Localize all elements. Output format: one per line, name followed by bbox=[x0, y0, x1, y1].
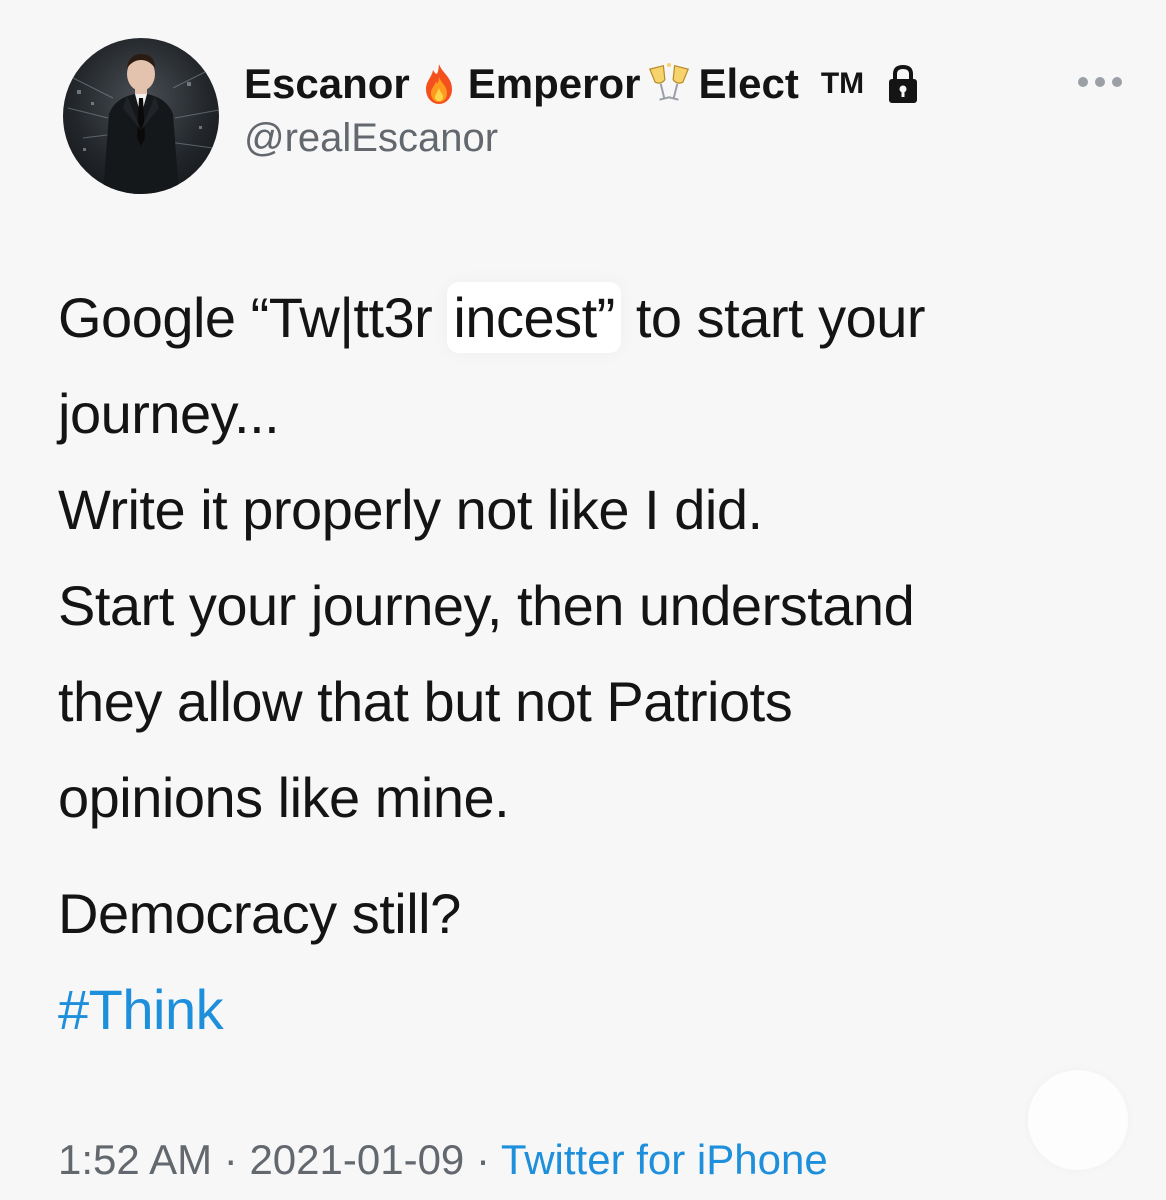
lock-icon bbox=[889, 64, 918, 103]
display-name-part-1: Escanor bbox=[244, 60, 410, 107]
tweet-line-6: opinions like mine. bbox=[58, 766, 510, 829]
display-name[interactable]: Escanor Emperor Elect TM bbox=[244, 58, 922, 110]
tweet-meta: 1:52 AM · 2021-01-09 · Twitter for iPhon… bbox=[58, 1132, 828, 1188]
avatar[interactable] bbox=[63, 38, 219, 194]
fire-emoji-icon bbox=[425, 64, 452, 104]
tweet-line-1-start: Google “Tw|tt3r bbox=[58, 286, 433, 349]
tweet-line-4: Start your journey, then understand bbox=[58, 574, 915, 637]
more-dot bbox=[1112, 77, 1122, 87]
tweet-line-1: Google “Tw|tt3r incest” to start your bbox=[58, 270, 1118, 366]
trademark-label: TM bbox=[820, 67, 865, 100]
tweet-line-3: Write it properly not like I did. bbox=[58, 478, 763, 541]
tweet-card: Escanor Emperor Elect TM @realEscanor Go… bbox=[0, 0, 1166, 1200]
hashtag-link[interactable]: #Think bbox=[58, 962, 1118, 1058]
meta-separator: · bbox=[223, 1136, 238, 1183]
man-in-suit-avatar-icon bbox=[67, 54, 219, 194]
more-dot bbox=[1095, 77, 1105, 87]
tweet-date[interactable]: 2021-01-09 bbox=[249, 1136, 464, 1183]
tweet-source-link[interactable]: Twitter for iPhone bbox=[501, 1136, 828, 1183]
meta-separator: · bbox=[475, 1136, 490, 1183]
tweet-text: Google “Tw|tt3r incest” to start your jo… bbox=[58, 270, 1118, 1058]
tweet-line-5: they allow that but not Patriots bbox=[58, 670, 793, 733]
tweet-line-1-end: to start your bbox=[635, 286, 926, 349]
tweet-header: Escanor Emperor Elect TM @realEscanor bbox=[244, 58, 922, 164]
clinking-glasses-emoji-icon bbox=[649, 63, 690, 101]
display-name-part-2: Emperor bbox=[467, 60, 641, 107]
tweet-time[interactable]: 1:52 AM bbox=[58, 1136, 212, 1183]
display-name-part-3: Elect bbox=[698, 60, 799, 107]
more-dots-icon[interactable] bbox=[1078, 74, 1122, 90]
tweet-line-2: journey... bbox=[58, 382, 280, 445]
more-dot bbox=[1078, 77, 1088, 87]
tweet-line-7: Democracy still? bbox=[58, 882, 461, 945]
watermark-badge bbox=[1028, 1070, 1128, 1170]
user-handle[interactable]: @realEscanor bbox=[244, 112, 922, 164]
tweet-highlight: incest” bbox=[447, 282, 621, 353]
